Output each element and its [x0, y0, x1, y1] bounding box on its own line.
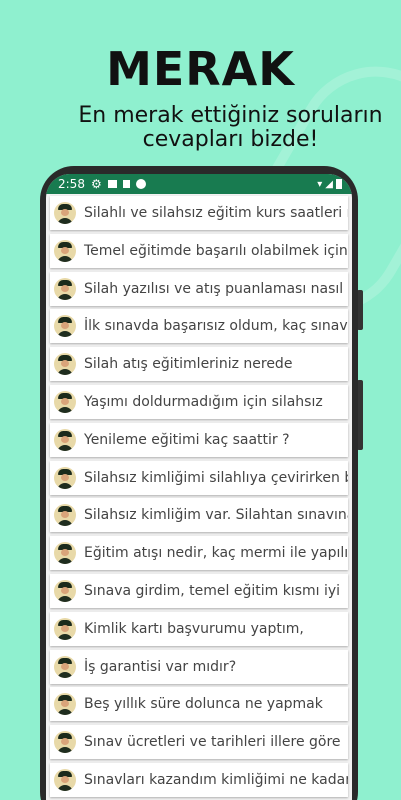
list-item-label: Yaşımı doldurmadığım için silahsız	[84, 393, 323, 410]
list-item-label: Beş yıllık süre dolunca ne yapmak	[84, 696, 323, 713]
list-item-label: Sınavları kazandım kimliğimi ne kadar	[84, 771, 348, 788]
list-item-label: Yenileme eğitimi kaç saattir ?	[84, 431, 290, 448]
list-item-label: Silah yazılısı ve atış puanlaması nasıl	[84, 280, 344, 297]
photo-icon	[107, 180, 117, 188]
signal-icon: ◢	[325, 178, 333, 190]
list-item[interactable]: Sınav ücretleri ve tarihleri illere göre	[50, 725, 348, 760]
list-item[interactable]: Sınava girdim, temel eğitim kısmı iyi	[50, 573, 348, 608]
list-item-label: Silahsız kimliğimi silahlıya çevirirken …	[84, 469, 348, 486]
list-item[interactable]: Silahsız kimliğim var. Silahtan sınavına	[50, 498, 348, 533]
list-item[interactable]: İlk sınavda başarısız oldum, kaç sınav	[50, 309, 348, 344]
list-item-label: İş garantisi var mıdır?	[84, 658, 237, 675]
list-item[interactable]: Silah yazılısı ve atış puanlaması nasıl	[50, 271, 348, 306]
officer-avatar-icon	[54, 390, 76, 413]
list-item-label: Kimlik kartı başvurumu yaptım,	[84, 620, 304, 637]
list-item-label: İlk sınavda başarısız oldum, kaç sınav	[84, 318, 348, 335]
officer-avatar-icon	[54, 504, 76, 527]
list-item[interactable]: Silahsız kimliğimi silahlıya çevirirken …	[50, 460, 348, 495]
settings-icon: ⚙	[90, 177, 102, 191]
question-list: Silahlı ve silahsız eğitim kurs saatleri…	[46, 194, 352, 797]
officer-avatar-icon	[54, 239, 76, 262]
phone-frame: 2:58 ⚙ ▾ ◢ Silahlı ve silahsız eğitim ku…	[40, 166, 358, 800]
list-item[interactable]: İş garantisi var mıdır?	[50, 649, 348, 684]
list-item-label: Temel eğitimde başarılı olabilmek için	[84, 242, 348, 259]
list-item-label: Sınava girdim, temel eğitim kısmı iyi	[84, 582, 341, 599]
officer-avatar-icon	[54, 768, 76, 791]
list-item[interactable]: Yenileme eğitimi kaç saattir ?	[50, 422, 348, 457]
list-item[interactable]: Yaşımı doldurmadığım için silahsız	[50, 384, 348, 419]
phone-screen: 2:58 ⚙ ▾ ◢ Silahlı ve silahsız eğitim ku…	[46, 174, 352, 800]
officer-avatar-icon	[54, 466, 76, 489]
officer-avatar-icon	[54, 731, 76, 754]
officer-avatar-icon	[54, 315, 76, 338]
battery-icon	[336, 179, 342, 189]
list-item[interactable]: Silah atış eğitimleriniz nerede	[50, 347, 348, 382]
officer-avatar-icon	[54, 277, 76, 300]
officer-avatar-icon	[54, 353, 76, 376]
officer-avatar-icon	[54, 617, 76, 640]
wifi-icon: ▾	[317, 178, 323, 190]
promo-title: MERAK	[106, 42, 295, 96]
record-icon	[135, 179, 146, 189]
status-bar: 2:58 ⚙ ▾ ◢	[46, 174, 352, 194]
list-item[interactable]: Kimlik kartı başvurumu yaptım,	[50, 611, 348, 646]
list-item-label: Silahsız kimliğim var. Silahtan sınavına	[84, 507, 348, 524]
officer-avatar-icon	[54, 542, 76, 565]
list-item[interactable]: Temel eğitimde başarılı olabilmek için	[50, 233, 348, 268]
list-item-label: Silah atış eğitimleriniz nerede	[84, 356, 293, 373]
officer-avatar-icon	[54, 428, 76, 451]
status-time: 2:58	[58, 177, 85, 191]
officer-avatar-icon	[54, 655, 76, 678]
list-item-label: Sınav ücretleri ve tarihleri illere göre	[84, 734, 341, 751]
sim-icon	[122, 180, 130, 188]
list-item-label: Eğitim atışı nedir, kaç mermi ile yapılı…	[84, 545, 348, 562]
list-item[interactable]: Silahlı ve silahsız eğitim kurs saatleri…	[50, 196, 348, 230]
list-item[interactable]: Beş yıllık süre dolunca ne yapmak	[50, 687, 348, 722]
list-item-label: Silahlı ve silahsız eğitim kurs saatleri…	[84, 205, 348, 221]
promo-subtitle: En merak ettiğiniz soruların cevapları b…	[78, 103, 383, 152]
officer-avatar-icon	[54, 202, 76, 224]
officer-avatar-icon	[54, 693, 76, 716]
list-item[interactable]: Sınavları kazandım kimliğimi ne kadar	[50, 762, 348, 797]
list-item[interactable]: Eğitim atışı nedir, kaç mermi ile yapılı…	[50, 536, 348, 571]
officer-avatar-icon	[54, 579, 76, 602]
